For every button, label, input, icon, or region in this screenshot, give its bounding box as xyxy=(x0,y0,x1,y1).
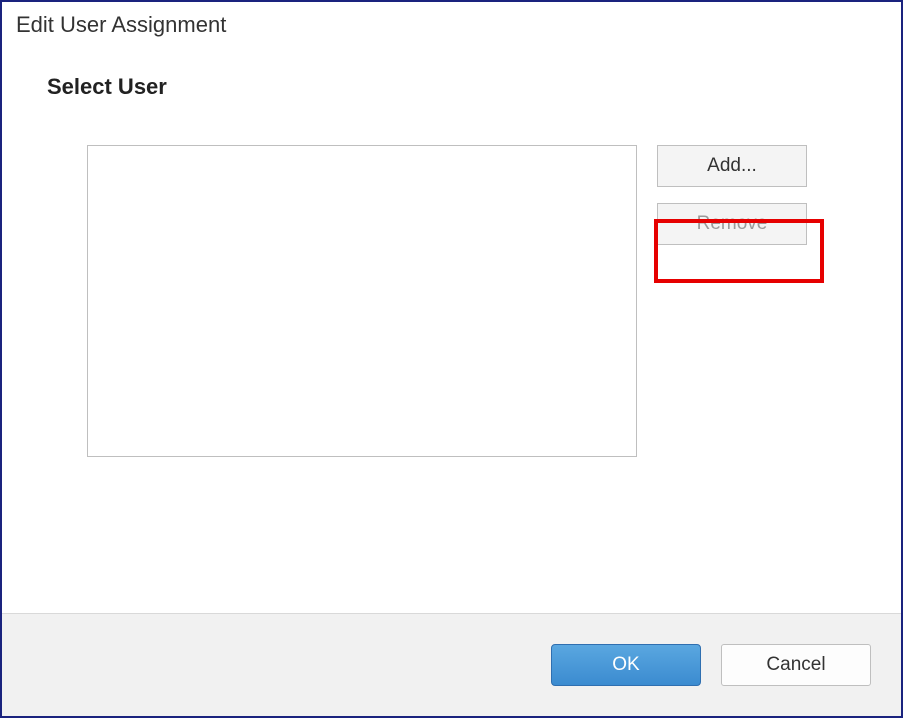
side-buttons: Add... Remove xyxy=(657,145,807,245)
user-listbox[interactable] xyxy=(87,145,637,457)
select-user-heading: Select User xyxy=(47,74,856,100)
dialog-body: Select User Add... Remove xyxy=(2,44,901,613)
add-button[interactable]: Add... xyxy=(657,145,807,187)
dialog-title: Edit User Assignment xyxy=(2,2,901,44)
cancel-button[interactable]: Cancel xyxy=(721,644,871,686)
ok-button[interactable]: OK xyxy=(551,644,701,686)
remove-button[interactable]: Remove xyxy=(657,203,807,245)
dialog-footer: OK Cancel xyxy=(2,613,901,716)
content-row: Add... Remove xyxy=(47,145,856,457)
edit-user-assignment-dialog: Edit User Assignment Select User Add... … xyxy=(0,0,903,718)
